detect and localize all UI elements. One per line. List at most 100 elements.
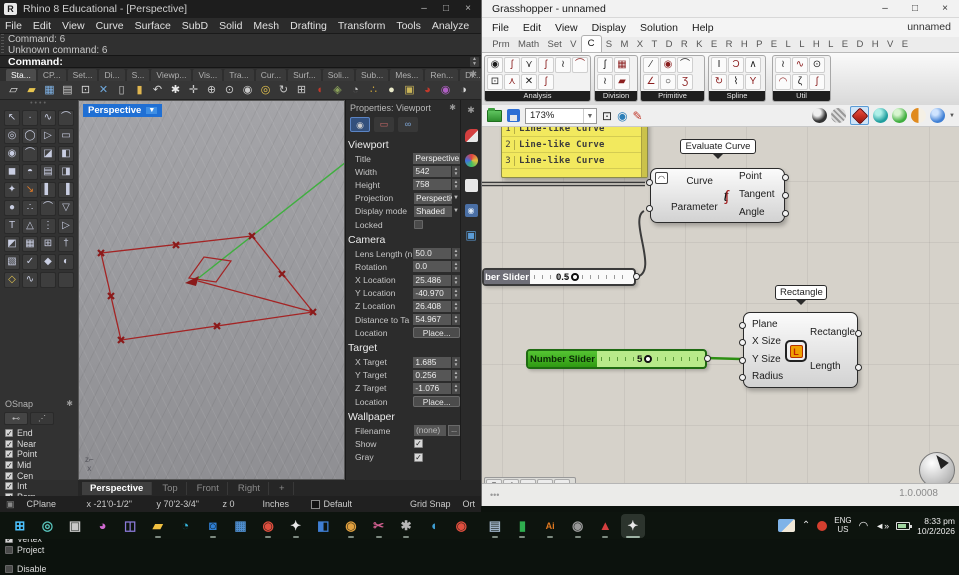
palette-component-icon-analysis-1[interactable]: ʃ <box>504 57 520 73</box>
viewport-tab-front[interactable]: Front <box>189 481 228 495</box>
palette-component-icon-primitive-2[interactable]: ⌒ <box>677 57 693 73</box>
canvas-mini-button-2[interactable]: ⊗ <box>520 479 536 483</box>
rhino-menu-analyze[interactable]: Analyze <box>432 20 469 32</box>
open-file-icon[interactable]: ▰ <box>24 83 39 98</box>
widgets-icon[interactable]: ◧ <box>311 514 335 538</box>
gh-category-tab-0-prm[interactable]: Prm <box>488 38 514 52</box>
evaluate-curve-output-angle[interactable]: Angle <box>739 206 765 220</box>
palette-component-icon-analysis-2[interactable]: ⋎ <box>521 57 537 73</box>
rhino-close-button[interactable]: × <box>457 0 479 17</box>
rectangle-input-y-size[interactable]: Y Size <box>752 353 781 367</box>
drafting-icon[interactable]: ◈ <box>330 83 345 98</box>
palette-component-icon-analysis-6[interactable]: ⊡ <box>487 74 503 90</box>
sidebar-tool-icon-4[interactable]: ◎ <box>4 128 20 144</box>
strip-display-icon[interactable] <box>464 154 478 167</box>
zoom-extents-icon[interactable]: ◎ <box>258 83 273 98</box>
zoom-level-combo[interactable]: 173% ▼ <box>525 107 597 124</box>
tray-battery-icon[interactable] <box>896 521 913 530</box>
gh-category-tab-7-x[interactable]: X <box>633 38 648 52</box>
rhino-menu-subd[interactable]: SubD <box>182 20 208 32</box>
property-spinner-distance-to-ta[interactable]: ▲ ▼ <box>452 314 460 326</box>
task-view-icon[interactable]: ▣ <box>63 514 87 538</box>
gh-category-tab-8-t[interactable]: T <box>647 38 661 52</box>
sidebar-tool-icon-20[interactable]: ● <box>4 200 20 216</box>
graph-mapper-mini-icon[interactable]: ◠ <box>655 172 668 184</box>
snipping-tool-icon[interactable]: ✂ <box>367 514 391 538</box>
toolbar-tab-cp[interactable]: CP... <box>37 69 66 81</box>
osnap-item-int[interactable]: ✓ Int <box>0 481 78 492</box>
property-checkbox-gray[interactable]: ✓ <box>414 452 423 462</box>
chrome-icon-1[interactable]: ◉ <box>256 514 280 538</box>
gh-category-tab-23-h[interactable]: H <box>868 38 883 52</box>
evaluate-curve-output-tangent[interactable]: Tangent <box>739 188 775 202</box>
property-value-x-target[interactable]: 1.685 <box>413 356 452 368</box>
number-slider-bottom[interactable]: Number Slider 5 <box>526 349 707 369</box>
camera-icon[interactable]: ◉ <box>566 514 590 538</box>
zoom-icon[interactable]: ⊕ <box>204 83 219 98</box>
viewport-tab-perspective[interactable]: Perspective <box>82 481 153 495</box>
command-history[interactable]: Command: 6 Unknown command: 6 <box>0 33 481 56</box>
terminal-icon[interactable]: ▤ <box>483 514 507 538</box>
command-spinner[interactable]: ▲ ▼ <box>470 57 479 67</box>
strip-named-views-icon[interactable]: ◉ <box>464 204 478 217</box>
rhino-menu-edit[interactable]: Edit <box>33 20 51 32</box>
teams-icon[interactable]: ◫ <box>118 514 142 538</box>
sidebar-tool-icon-12[interactable]: ◼ <box>4 164 20 180</box>
rectangle-input-plane[interactable]: Plane <box>752 318 778 332</box>
property-spinner-x-location[interactable]: ▲ ▼ <box>452 274 460 286</box>
calculator-icon[interactable]: ▦ <box>229 514 253 538</box>
sidebar-tool-icon-3[interactable]: ⌒ <box>58 110 74 126</box>
preview-eye-icon[interactable]: ◉ <box>617 108 627 124</box>
lamp-icon[interactable]: ● <box>384 83 399 98</box>
gh-menu-view[interactable]: View <box>555 22 578 34</box>
undo-icon[interactable]: ↶ <box>150 83 165 98</box>
viewport-layout-icon[interactable]: ⊞ <box>294 83 309 98</box>
palette-group-label-util[interactable]: Util <box>773 91 830 101</box>
display-red-gem-icon[interactable] <box>850 106 870 125</box>
palette-component-icon-spline-0[interactable]: I <box>711 57 727 73</box>
osnap-item-point[interactable]: ✓ Point <box>0 449 78 460</box>
gh-category-tab-1-math[interactable]: Math <box>514 38 544 52</box>
edge-icon[interactable]: ◔ <box>173 514 197 538</box>
toolbar-tab-sub[interactable]: Sub... <box>356 69 389 81</box>
tray-language-indicator[interactable]: ENG US <box>834 516 851 534</box>
display-dark-sphere-icon[interactable] <box>812 108 828 123</box>
property-value-rotation[interactable]: 0.0 <box>413 261 452 273</box>
status-units[interactable]: Inches <box>257 499 305 509</box>
osnap-checkbox-cen[interactable]: ✓ <box>5 471 13 480</box>
property-button-location[interactable]: Place... <box>413 396 460 408</box>
gh-category-tab-21-e[interactable]: E <box>838 38 853 52</box>
toolbar-tab-viewp[interactable]: Viewp... <box>151 69 192 81</box>
evaluate-curve-output-nub-point[interactable] <box>782 174 789 181</box>
command-input[interactable]: Command: ▲ ▼ <box>0 55 481 68</box>
zoom-extents-icon[interactable]: ⊡ <box>602 108 612 124</box>
slider-top-output-nub[interactable] <box>633 273 640 280</box>
gh-category-tab-3-v[interactable]: V <box>566 38 581 52</box>
sidebar-tool-icon-17[interactable]: ↘ <box>22 182 38 198</box>
rectangle-input-radius[interactable]: Radius <box>752 370 783 384</box>
property-spinner-rotation[interactable]: ▲ ▼ <box>452 261 460 273</box>
osnap-gear-icon[interactable]: ✱ <box>66 399 73 409</box>
tray-chevron-icon[interactable]: ⌃ <box>802 520 810 531</box>
tray-record-icon[interactable] <box>817 520 828 531</box>
sidebar-tool-icon-21[interactable]: ∴ <box>22 200 38 216</box>
osnap-item-end[interactable]: ✓ End <box>0 428 78 439</box>
save-document-icon[interactable] <box>507 109 520 122</box>
slider-bottom-output-nub[interactable] <box>704 355 711 362</box>
sidebar-tool-icon-24[interactable]: T <box>4 218 20 234</box>
rhino-menu-surface[interactable]: Surface <box>135 20 171 32</box>
evaluate-curve-input-nub-curve[interactable] <box>646 179 653 186</box>
evaluate-curve-output-nub-tangent[interactable] <box>782 192 789 199</box>
property-spinner-z-location[interactable]: ▲ ▼ <box>452 300 460 312</box>
copilot-icon[interactable]: ◕ <box>91 514 115 538</box>
pan-icon[interactable]: ✱ <box>168 83 183 98</box>
sidebar-tool-icon-15[interactable]: ◨ <box>58 164 74 180</box>
sidebar-tool-icon-29[interactable]: ▦ <box>22 236 38 252</box>
palette-component-icon-analysis-4[interactable]: ≀ <box>555 57 571 73</box>
rectangle-input-x-size[interactable]: X Size <box>752 335 781 349</box>
rectangle-output-length[interactable]: Length <box>810 360 841 374</box>
sidebar-tool-icon-25[interactable]: △ <box>22 218 38 234</box>
sidebar-tool-icon-19[interactable]: ▐ <box>58 182 74 198</box>
sidebar-tool-icon-10[interactable]: ◪ <box>40 146 56 162</box>
property-value-y-location[interactable]: -40.970 <box>413 287 452 299</box>
